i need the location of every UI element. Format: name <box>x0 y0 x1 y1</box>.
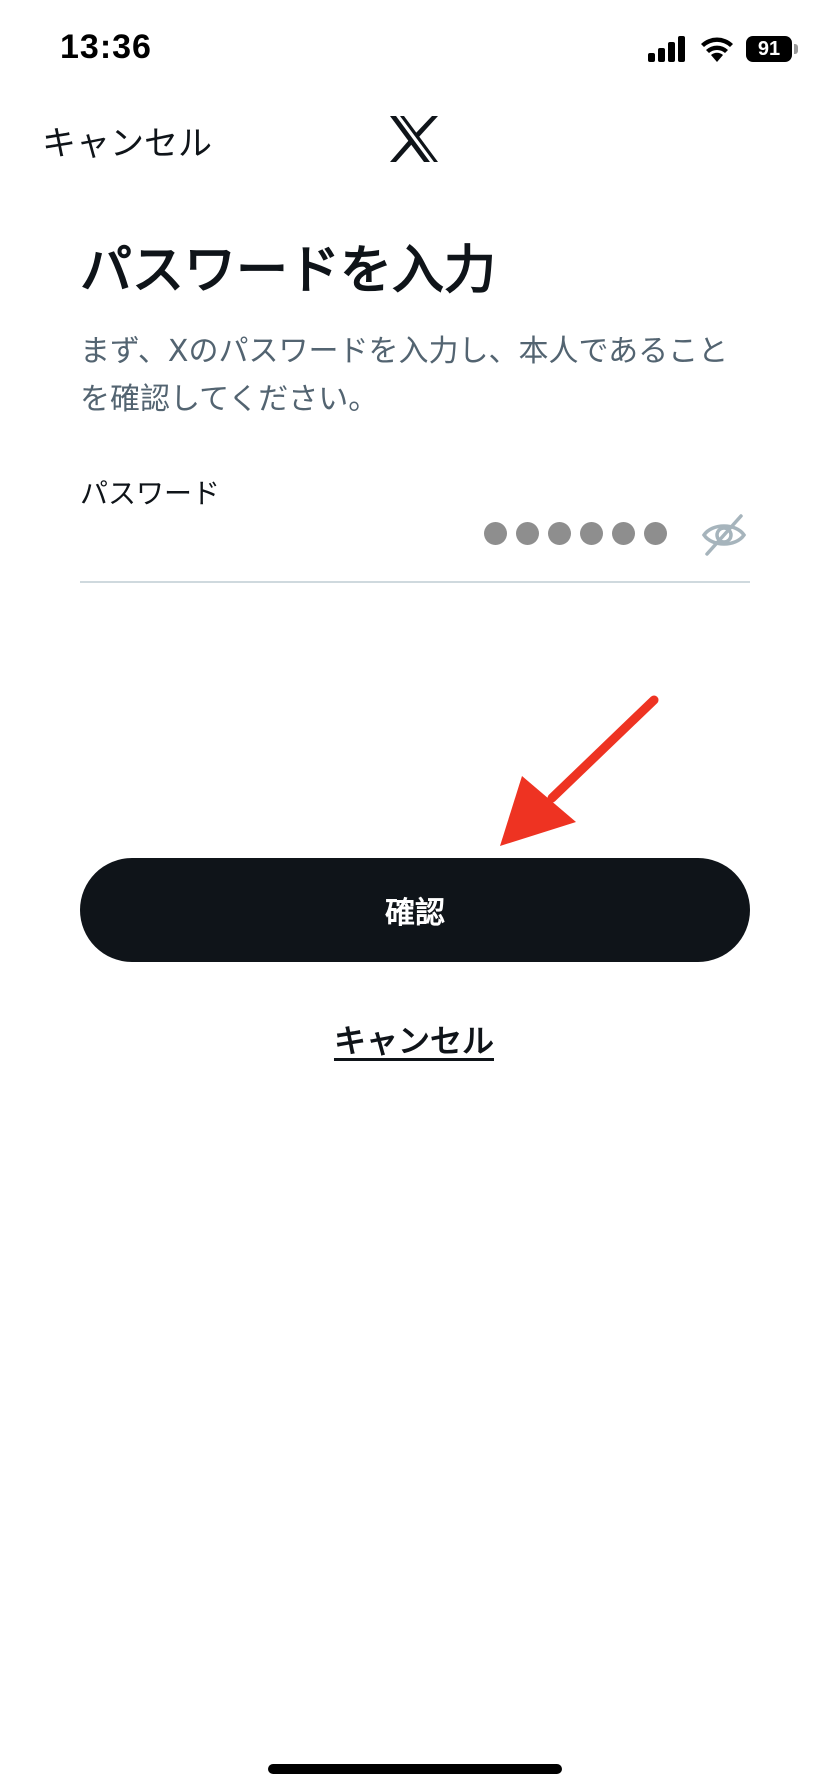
battery-icon: 91 <box>746 36 798 62</box>
wifi-icon <box>701 37 733 62</box>
battery-tip <box>794 44 798 54</box>
password-input[interactable] <box>80 500 684 566</box>
signal-icon <box>648 36 685 62</box>
page-title: パスワードを入力 <box>80 241 497 301</box>
x-logo-icon <box>390 116 438 162</box>
page-subtitle: まず、Xのパスワードを入力し、本人であることを確認してください。 <box>80 334 729 417</box>
status-time: 13:36 <box>60 28 152 66</box>
eye-slash-icon[interactable] <box>700 512 748 558</box>
cancel-link[interactable]: キャンセル <box>0 1016 828 1062</box>
annotation-arrow <box>500 695 659 846</box>
battery-level: 91 <box>746 36 792 62</box>
confirm-button[interactable]: 確認 <box>80 858 750 962</box>
header-cancel-button[interactable]: キャンセル <box>42 116 212 165</box>
password-field-underline <box>80 581 750 583</box>
status-bar: 13:36 91 <box>0 0 828 100</box>
home-indicator <box>268 1764 562 1774</box>
status-icons: 91 <box>648 34 798 64</box>
